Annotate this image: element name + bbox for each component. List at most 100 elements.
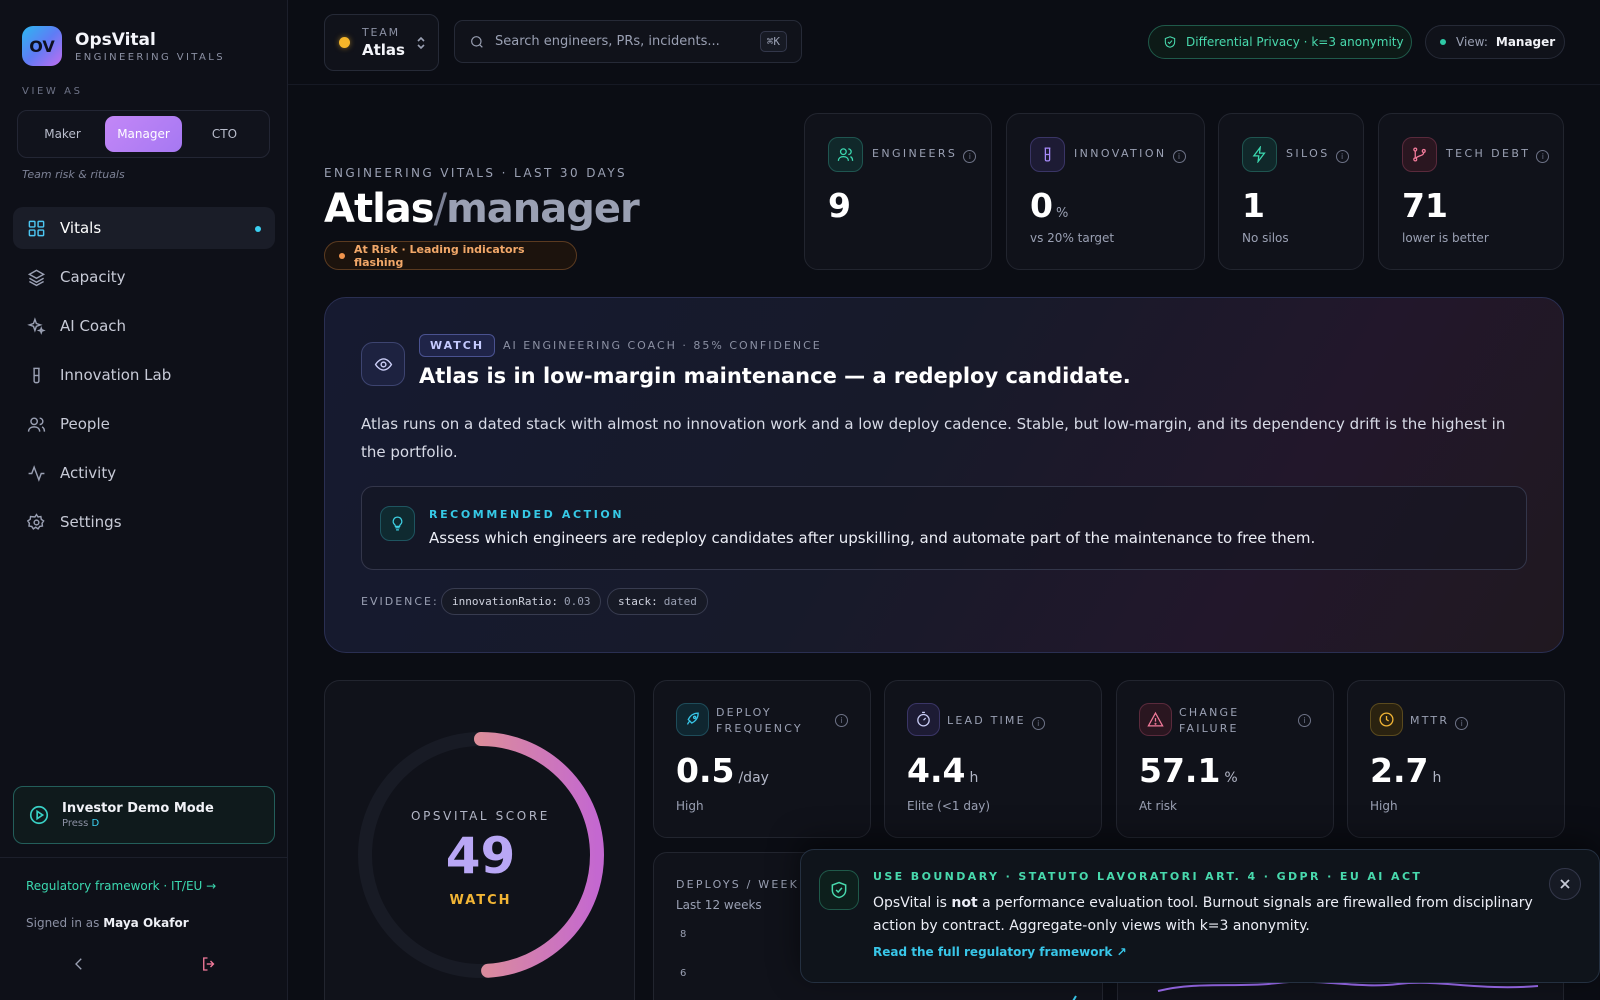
metric-value-number: 0.5 xyxy=(676,751,735,790)
collapse-sidebar-button[interactable] xyxy=(70,955,92,977)
kpi-subtext: No silos xyxy=(1242,231,1289,245)
info-icon[interactable]: i xyxy=(1172,150,1186,163)
sidebar-divider xyxy=(0,857,288,858)
coach-title: Atlas is in low-margin maintenance — a r… xyxy=(419,364,1131,388)
page-eyebrow: ENGINEERING VITALS · LAST 30 DAYS xyxy=(324,166,628,180)
info-icon[interactable]: i xyxy=(835,714,848,727)
info-icon[interactable]: i xyxy=(1536,150,1550,163)
search-icon xyxy=(471,35,483,48)
kpi-card-innovation[interactable]: INNOVATION i 0% vs 20% target xyxy=(1006,113,1205,270)
role-maker-button[interactable]: Maker xyxy=(24,116,101,152)
signed-in-label: Signed in as xyxy=(26,916,100,930)
role-caption: Team risk & rituals xyxy=(22,168,125,181)
metric-card-lead-time[interactable]: LEAD TIME i 4.4 h Elite (<1 day) xyxy=(884,680,1102,838)
boundary-label: USE BOUNDARY · STATUTO LAVORATORI ART. 4… xyxy=(873,870,1423,883)
metric-label-line: CHANGE xyxy=(1179,706,1240,719)
kpi-card-engineers[interactable]: ENGINEERS i 9 xyxy=(804,113,992,270)
boundary-text-part: OpsVital is xyxy=(873,895,947,911)
chip-value: dated xyxy=(663,595,697,608)
kpi-subtext: vs 20% target xyxy=(1030,231,1115,245)
trend-series-line xyxy=(1157,980,1539,992)
timer-icon xyxy=(917,711,930,727)
kpi-value-number: 9 xyxy=(828,186,851,225)
kpi-icon-box xyxy=(1402,137,1437,172)
search-input[interactable] xyxy=(495,34,753,49)
info-icon[interactable]: i xyxy=(1455,717,1469,730)
flask-icon xyxy=(33,367,40,383)
coach-watch-tag: WATCH xyxy=(419,334,496,357)
metric-icon-box xyxy=(1370,703,1403,736)
role-cto-button[interactable]: CTO xyxy=(186,116,263,152)
metric-card-change-failure[interactable]: CHANGE FAILURE i 57.1% At risk xyxy=(1116,680,1334,838)
active-indicator-dot xyxy=(255,226,261,232)
privacy-badge-label: Differential Privacy · k=3 anonymity xyxy=(1186,35,1404,49)
chevron-up-down-icon xyxy=(417,36,425,50)
view-value: Manager xyxy=(1495,35,1556,49)
bolt-icon xyxy=(1252,146,1266,163)
kpi-label-text: ENGINEERS xyxy=(872,147,958,160)
info-icon[interactable]: i xyxy=(1335,150,1349,163)
clock-icon xyxy=(1379,712,1394,727)
kpi-label-text: TECH DEBT xyxy=(1446,147,1531,160)
rocket-icon xyxy=(686,712,699,725)
kpi-unit: % xyxy=(1055,206,1069,221)
metric-label-line: LEAD TIME xyxy=(947,714,1026,727)
sidebar-item-label: Innovation Lab xyxy=(60,366,172,384)
metric-card-mttr[interactable]: MTTR i 2.7 h High xyxy=(1347,680,1565,838)
privacy-badge: Differential Privacy · k=3 anonymity xyxy=(1148,25,1412,59)
sidebar-item-activity[interactable]: Activity xyxy=(13,452,275,494)
evidence-chip-innovation-ratio[interactable]: innovationRatio: 0.03 xyxy=(441,588,602,615)
kpi-label-text: INNOVATION xyxy=(1074,147,1167,160)
metric-card-deploy-frequency[interactable]: DEPLOY FREQUENCY i 0.5/day High xyxy=(653,680,871,838)
team-name: Atlas xyxy=(362,41,405,59)
sidebar-item-label: People xyxy=(60,415,110,433)
investor-demo-mode-button[interactable]: Investor Demo Mode Press D xyxy=(13,786,275,844)
kpi-icon-box xyxy=(828,137,863,172)
recommended-action-box: RECOMMENDED ACTION Assess which engineer… xyxy=(361,486,1527,570)
metric-value-number: 2.7 xyxy=(1370,751,1429,790)
close-banner-button[interactable] xyxy=(1549,868,1581,900)
lightbulb-icon xyxy=(392,516,403,531)
activity-icon xyxy=(28,464,45,482)
brand-subtitle: ENGINEERING VITALS xyxy=(75,51,226,63)
user-name: Maya Okafor xyxy=(103,916,189,930)
sidebar-item-capacity[interactable]: Capacity xyxy=(13,256,275,298)
kpi-icon-box xyxy=(1242,137,1277,172)
info-icon[interactable]: i xyxy=(1031,717,1045,730)
use-boundary-banner: USE BOUNDARY · STATUTO LAVORATORI ART. 4… xyxy=(800,849,1600,983)
kpi-card-tech-debt[interactable]: TECH DEBT i 71 lower is better xyxy=(1378,113,1564,270)
team-picker[interactable]: TEAM Atlas xyxy=(324,14,439,71)
sidebar-item-label: Vitals xyxy=(60,219,102,237)
rec-text: Assess which engineers are redeploy cand… xyxy=(429,529,1316,547)
evidence-chip-stack[interactable]: stack: dated xyxy=(607,588,708,615)
demo-title: Investor Demo Mode xyxy=(62,801,214,816)
info-icon[interactable]: i xyxy=(1298,714,1311,727)
team-status-dot xyxy=(339,37,350,48)
info-icon[interactable]: i xyxy=(963,150,977,163)
metric-subtext: High xyxy=(676,799,704,813)
boundary-icon-box xyxy=(819,870,859,910)
regulatory-framework-full-link[interactable]: Read the full regulatory framework ↗ xyxy=(873,945,1127,959)
brand[interactable]: OV OpsVital ENGINEERING VITALS xyxy=(22,26,225,66)
sidebar-item-label: Settings xyxy=(60,513,122,531)
sidebar-item-people[interactable]: People xyxy=(13,403,275,445)
kpi-label: ENGINEERS i xyxy=(872,147,977,163)
git-branch-icon xyxy=(1413,147,1426,162)
users-icon xyxy=(27,416,46,432)
sidebar-item-settings[interactable]: Settings xyxy=(13,501,275,543)
evidence-label: EVIDENCE: xyxy=(361,595,439,608)
role-manager-button[interactable]: Manager xyxy=(105,116,182,152)
regulatory-framework-link[interactable]: Regulatory framework · IT/EU → xyxy=(26,879,216,893)
kpi-card-silos[interactable]: SILOS i 1 No silos xyxy=(1218,113,1364,270)
kpi-subtext: lower is better xyxy=(1402,231,1489,245)
sidebar-item-ai-coach[interactable]: AI Coach xyxy=(13,305,275,347)
sidebar-item-innovation-lab[interactable]: Innovation Lab xyxy=(13,354,275,396)
sign-out-button[interactable] xyxy=(200,955,222,977)
sidebar-item-vitals[interactable]: Vitals xyxy=(13,207,275,249)
opsvital-score-card[interactable]: OPSVITAL SCORE 49 WATCH xyxy=(324,680,635,1000)
kpi-value: 9 xyxy=(828,186,851,225)
layers-icon xyxy=(27,269,46,286)
metric-label: CHANGE FAILURE xyxy=(1179,705,1239,737)
users-icon xyxy=(837,148,854,161)
view-selector[interactable]: View: Manager xyxy=(1425,25,1565,59)
